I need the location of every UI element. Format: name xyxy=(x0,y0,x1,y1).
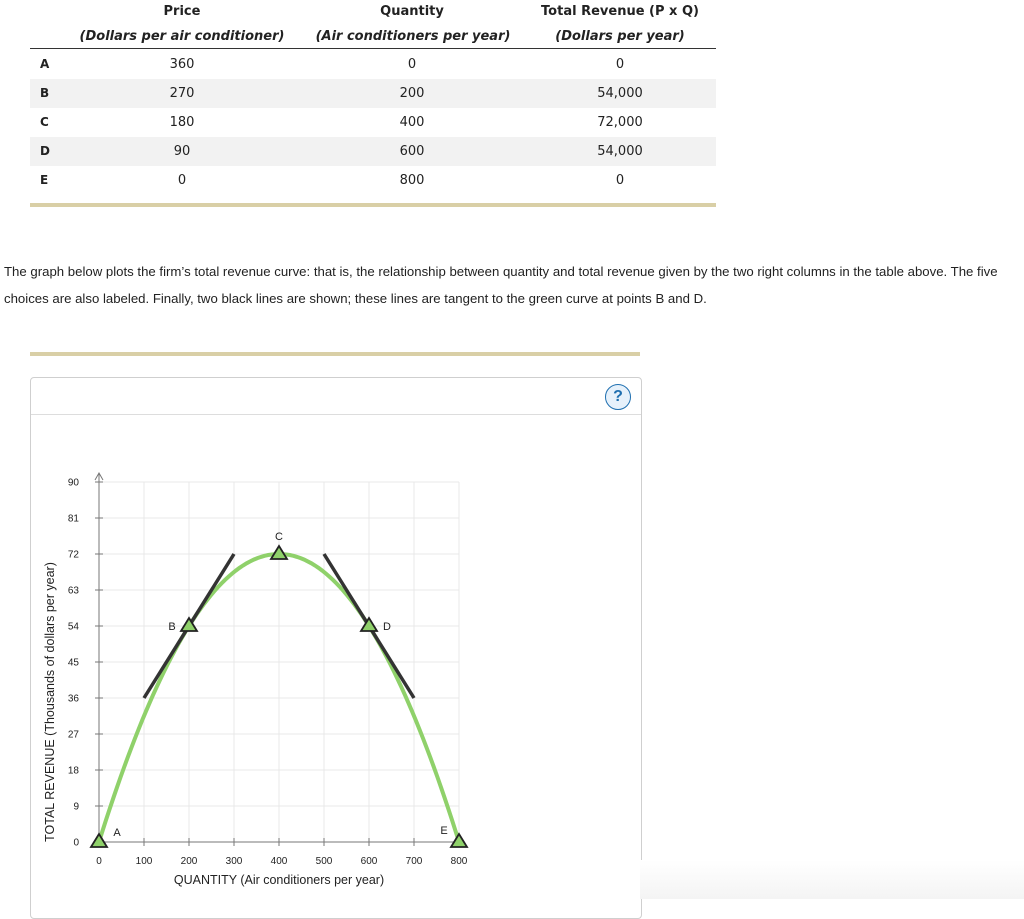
revenue-cell: 0 xyxy=(615,173,625,188)
row-label: E xyxy=(40,173,49,187)
table-row: B 270 200 54,000 xyxy=(30,79,716,108)
revenue-subheader: (Dollars per year) xyxy=(555,29,685,44)
revenue-header: Total Revenue (P x Q) xyxy=(541,4,699,19)
price-subheader: (Dollars per air conditioner) xyxy=(79,29,285,44)
quantity-cell: 0 xyxy=(407,57,417,72)
quantity-cell: 800 xyxy=(399,173,425,188)
quantity-subheader: (Air conditioners per year) xyxy=(315,29,511,44)
row-label: A xyxy=(40,57,50,71)
quantity-cell: 600 xyxy=(399,144,425,159)
revenue-cell: 72,000 xyxy=(597,115,643,130)
quantity-cell: 400 xyxy=(399,115,425,130)
price-header: Price xyxy=(163,4,201,19)
table-row: D 90 600 54,000 xyxy=(30,137,716,166)
help-button[interactable]: ? xyxy=(605,384,631,410)
price-cell: 180 xyxy=(169,115,195,130)
revenue-cell: 0 xyxy=(615,57,625,72)
graph-panel: ? xyxy=(30,377,642,919)
row-label: D xyxy=(40,144,50,158)
price-cell: 270 xyxy=(169,86,195,101)
table-row: A 360 0 0 xyxy=(30,50,716,79)
bottom-edge xyxy=(640,860,1024,899)
row-label: C xyxy=(40,115,49,129)
row-label: B xyxy=(40,86,50,100)
quantity-cell: 200 xyxy=(399,86,425,101)
explanation-text: The graph below plots the firm’s total r… xyxy=(4,264,998,306)
table-row: E 0 800 0 xyxy=(30,166,716,195)
revenue-cell: 54,000 xyxy=(597,86,643,101)
table-row: C 180 400 72,000 xyxy=(30,108,716,137)
table-bottom-divider xyxy=(30,203,716,207)
revenue-cell: 54,000 xyxy=(597,144,643,159)
price-cell: 360 xyxy=(169,57,195,72)
header-divider xyxy=(30,48,716,49)
price-cell: 90 xyxy=(173,144,191,159)
price-cell: 0 xyxy=(177,173,187,188)
quantity-header: Quantity xyxy=(380,4,444,19)
panel-header-divider xyxy=(31,414,641,415)
section-divider xyxy=(30,352,640,356)
